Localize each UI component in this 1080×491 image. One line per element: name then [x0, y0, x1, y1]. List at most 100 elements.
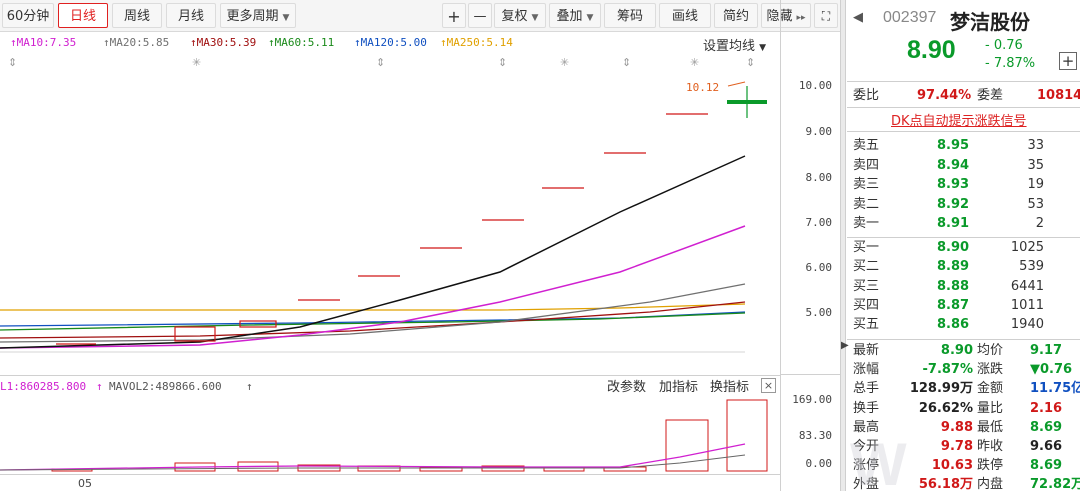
xtick: 05	[78, 477, 92, 490]
panel-splitter[interactable]: ▶	[840, 0, 849, 491]
divider	[847, 131, 1080, 132]
overlay-dropdown[interactable]: 叠加 ▼	[549, 3, 601, 28]
event-marker[interactable]: ⇕	[746, 56, 755, 69]
bid-level-label: 买五	[853, 317, 880, 333]
vol1-label: L1:860285.800	[0, 380, 87, 393]
quote-row: 卖一 8.91 2	[847, 214, 1080, 233]
add-indicator-button[interactable]: 加指标	[659, 376, 698, 395]
stat-value: 128.99万	[909, 381, 973, 397]
last-price: 8.90	[907, 36, 956, 64]
vol-ytick: 169.00	[792, 393, 832, 406]
quote-row: 买二 8.89 539	[847, 257, 1080, 276]
weicha-label: 委差	[977, 88, 1004, 103]
stat-label: 换手	[853, 400, 880, 416]
stat-value: -7.87%	[922, 362, 974, 378]
weibi-value: 97.44%	[917, 88, 972, 103]
quote-row: 买五 8.86 1940	[847, 315, 1080, 334]
event-markers: ⇕ ✳ ⇕ ⇕ ✳ ⇕ ✳ ⇕	[0, 56, 780, 72]
high-price-label: 10.12	[686, 81, 720, 94]
price-axis: 10.00 9.00 8.00 7.00 6.00 5.00 169.00 83…	[780, 0, 841, 491]
ask-level-label: 卖三	[853, 177, 880, 192]
bid-level-label: 买四	[853, 297, 880, 313]
event-marker[interactable]: ⇕	[498, 56, 507, 69]
event-marker[interactable]: ⇕	[376, 56, 385, 69]
chevron-left-icon[interactable]: ◀	[853, 10, 863, 25]
fuquan-dropdown[interactable]: 复权 ▼	[494, 3, 546, 28]
price-change: - 0.76	[985, 38, 1023, 53]
quote-row: 总手 128.99万 金额 11.75亿	[847, 379, 1080, 398]
kline-chart[interactable]	[0, 72, 780, 372]
axis-divider	[781, 374, 841, 375]
bid-level-label: 买二	[853, 259, 880, 275]
period-monthly-button[interactable]: 月线	[166, 3, 216, 28]
event-marker[interactable]: ⇕	[8, 56, 17, 69]
period-weekly-button[interactable]: 周线	[112, 3, 162, 28]
high-arrow	[727, 81, 746, 87]
stat-value: 8.90	[940, 343, 973, 358]
event-marker[interactable]: ✳	[192, 56, 201, 69]
price-change-pct: - 7.87%	[985, 56, 1036, 71]
last-candle	[727, 86, 767, 118]
bid-price: 8.87	[937, 297, 970, 313]
period-daily-button[interactable]: 日线	[58, 3, 108, 28]
mavol1-line	[0, 443, 746, 471]
stat-value: 9.88	[940, 419, 973, 435]
stat-value: 56.18万	[918, 477, 973, 491]
bid-volume: 6441	[1010, 278, 1044, 294]
switch-indicator-button[interactable]: 换指标	[710, 376, 749, 395]
zoom-out-button[interactable]: —	[468, 3, 492, 28]
ask-level-label: 卖五	[853, 138, 880, 153]
stat-value: ▼0.76	[1030, 362, 1073, 378]
quote-row: 买四 8.87 1011	[847, 296, 1080, 315]
bid-price: 8.86	[937, 317, 970, 333]
signal-link[interactable]: DK点自动提示涨跌信号	[891, 110, 1027, 129]
overlay-label: 叠加	[556, 9, 583, 24]
event-marker[interactable]: ✳	[690, 56, 699, 69]
chips-button[interactable]: 筹码	[604, 3, 656, 28]
add-watchlist-button[interactable]: +	[1059, 52, 1077, 70]
ask-volume: 53	[1027, 196, 1044, 212]
bid-level-label: 买三	[853, 278, 880, 294]
stat-value: 9.17	[1030, 343, 1063, 358]
ma-settings-button[interactable]: 设置均线 ▼	[703, 35, 766, 54]
close-icon[interactable]: ×	[761, 378, 776, 393]
stat-value: 26.62%	[918, 400, 973, 416]
quote-row: 卖五 8.95 33	[847, 136, 1080, 155]
bid-price: 8.89	[937, 259, 970, 275]
stat-label: 总手	[853, 381, 880, 397]
ma-legend-item: ↑MA250:5.14	[440, 36, 513, 49]
ask-volume: 2	[1035, 216, 1044, 231]
stock-code: 002397	[883, 9, 937, 26]
period-60min-button[interactable]: 60分钟	[2, 3, 54, 28]
ytick: 5.00	[805, 306, 833, 319]
volume-chart[interactable]	[0, 397, 780, 473]
quote-row: 卖二 8.92 53	[847, 195, 1080, 214]
more-periods-dropdown[interactable]: 更多周期 ▼	[220, 3, 296, 28]
draw-line-button[interactable]: 画线	[659, 3, 711, 28]
ma-legend-item: ↑MA120:5.00	[354, 36, 427, 49]
event-marker[interactable]: ✳	[560, 56, 569, 69]
edit-params-button[interactable]: 改参数	[607, 376, 646, 395]
ask-price: 8.91	[937, 216, 970, 231]
stat-value: 11.75亿	[1030, 381, 1080, 397]
stat-value: 8.69	[1030, 419, 1063, 435]
simple-mode-button[interactable]: 简约	[714, 3, 758, 28]
ytick: 6.00	[805, 261, 833, 274]
quote-row: 最新 8.90 均价 9.17	[847, 341, 1080, 360]
bid-volume: 1940	[1010, 317, 1044, 333]
quote-row: 卖三 8.93 19	[847, 175, 1080, 194]
ask-volume: 19	[1027, 177, 1044, 192]
ma-legend: ↑MA10:7.35 ↑MA20:5.85 ↑MA30:5.39 ↑MA60:5.11…	[0, 33, 780, 53]
event-marker[interactable]: ⇕	[622, 56, 631, 69]
stat-label: 最新	[853, 343, 880, 358]
bid-volume: 539	[1019, 259, 1044, 275]
ask-price: 8.93	[937, 177, 970, 192]
quote-row: 换手 26.62% 量比 2.16	[847, 399, 1080, 418]
fuquan-label: 复权	[501, 9, 528, 24]
weicha-value: 10814	[1037, 88, 1080, 103]
divider	[847, 339, 1080, 340]
stat-label: 昨收	[977, 439, 1004, 454]
zoom-in-button[interactable]: +	[442, 3, 466, 28]
quote-row: 卖四 8.94 35	[847, 156, 1080, 175]
ma120-line	[0, 311, 746, 327]
